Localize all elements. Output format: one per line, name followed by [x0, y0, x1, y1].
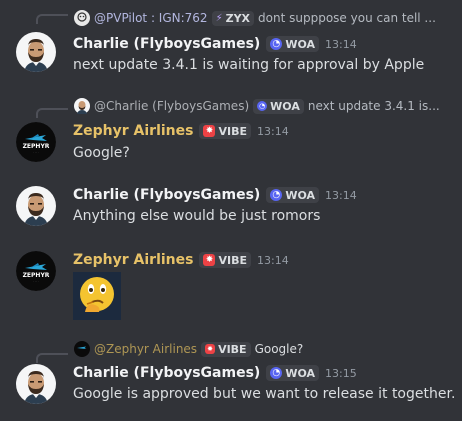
charlie-avatar[interactable] [16, 32, 56, 72]
vibe-icon: ✸ [205, 344, 216, 354]
reply-author[interactable]: @PVPilot : IGN:762 [94, 11, 208, 25]
reply-author[interactable]: @Zephyr Airlines [94, 342, 197, 356]
vibe-icon: ✸ [203, 254, 216, 266]
reply-author[interactable]: @Charlie (FlyboysGames) [94, 99, 249, 113]
vibe-icon: ✸ [203, 125, 216, 137]
guild-tag-badge[interactable]: ◔ WOA [266, 187, 320, 203]
woa-icon: ◔ [270, 38, 283, 50]
reply-connector [36, 353, 68, 363]
reply-preview[interactable]: @PVPilot : IGN:762 ⚡ ZYX dont supppose y… [74, 9, 458, 27]
message-header: Charlie (FlyboysGames) ◔ WOA 13:15 [73, 363, 357, 383]
reply-connector [36, 14, 68, 24]
thinking-face-emoji[interactable] [73, 272, 121, 320]
author-name[interactable]: Charlie (FlyboysGames) [73, 36, 260, 52]
lightning-icon: ⚡ [215, 12, 223, 24]
timestamp[interactable]: 13:14 [257, 125, 289, 138]
zephyr-avatar[interactable]: ZEPHYR · · · · [16, 122, 56, 162]
message-header: Zephyr Airlines ✸ VIBE 13:14 [73, 250, 289, 270]
guild-tag-badge[interactable]: ✸ VIBE [199, 123, 251, 139]
charlie-mini-avatar [74, 98, 90, 114]
svg-text:· · · ·: · · · · [33, 151, 39, 154]
guild-tag-badge[interactable]: ✸ VIBE [199, 252, 251, 268]
reply-text: Google? [254, 342, 304, 356]
reply-text: dont supppose you can tell ... [258, 11, 436, 25]
svg-text:ZEPHYR: ZEPHYR [23, 143, 50, 150]
reply-preview[interactable]: @Charlie (FlyboysGames) ◔ WOA next updat… [74, 97, 458, 115]
message-text: Google is approved but we want to releas… [73, 386, 456, 402]
reply-preview[interactable]: @Zephyr Airlines ✸ VIBE Google? [74, 340, 458, 358]
guild-tag-badge: ✸ VIBE [201, 341, 251, 357]
timestamp[interactable]: 13:14 [325, 189, 357, 202]
message-header: Zephyr Airlines ✸ VIBE 13:14 [73, 121, 289, 141]
svg-text:· · · ·: · · · · [33, 280, 39, 283]
timestamp[interactable]: 13:15 [325, 367, 357, 380]
message-header: Charlie (FlyboysGames) ◔ WOA 13:14 [73, 34, 357, 54]
zephyr-mini-avatar [74, 341, 90, 357]
guild-tag-badge: ◔ WOA [253, 98, 304, 114]
message-header: Charlie (FlyboysGames) ◔ WOA 13:14 [73, 185, 357, 205]
author-name[interactable]: Charlie (FlyboysGames) [73, 365, 260, 381]
woa-icon: ◔ [257, 101, 268, 111]
author-name[interactable]: Charlie (FlyboysGames) [73, 187, 260, 203]
reply-text: next update 3.4.1 is... [307, 99, 440, 113]
message-text: next update 3.4.1 is waiting for approva… [73, 57, 425, 73]
author-name[interactable]: Zephyr Airlines [73, 252, 193, 268]
charlie-avatar[interactable] [16, 186, 56, 226]
pvpilot-avatar [74, 10, 90, 26]
woa-icon: ◔ [270, 367, 283, 379]
author-name[interactable]: Zephyr Airlines [73, 123, 193, 139]
guild-tag-badge[interactable]: ◔ WOA [266, 365, 320, 381]
charlie-avatar[interactable] [16, 364, 56, 404]
guild-tag-badge[interactable]: ◔ WOA [266, 36, 320, 52]
svg-text:ZEPHYR: ZEPHYR [23, 272, 50, 279]
zephyr-avatar[interactable]: ZEPHYR · · · · [16, 251, 56, 291]
woa-icon: ◔ [270, 189, 283, 201]
timestamp[interactable]: 13:14 [257, 254, 289, 267]
guild-tag-badge: ⚡ ZYX [211, 10, 255, 26]
reply-connector [36, 108, 68, 118]
timestamp[interactable]: 13:14 [325, 38, 357, 51]
message-text: Google? [73, 145, 130, 161]
message-text: Anything else would be just romors [73, 208, 321, 224]
